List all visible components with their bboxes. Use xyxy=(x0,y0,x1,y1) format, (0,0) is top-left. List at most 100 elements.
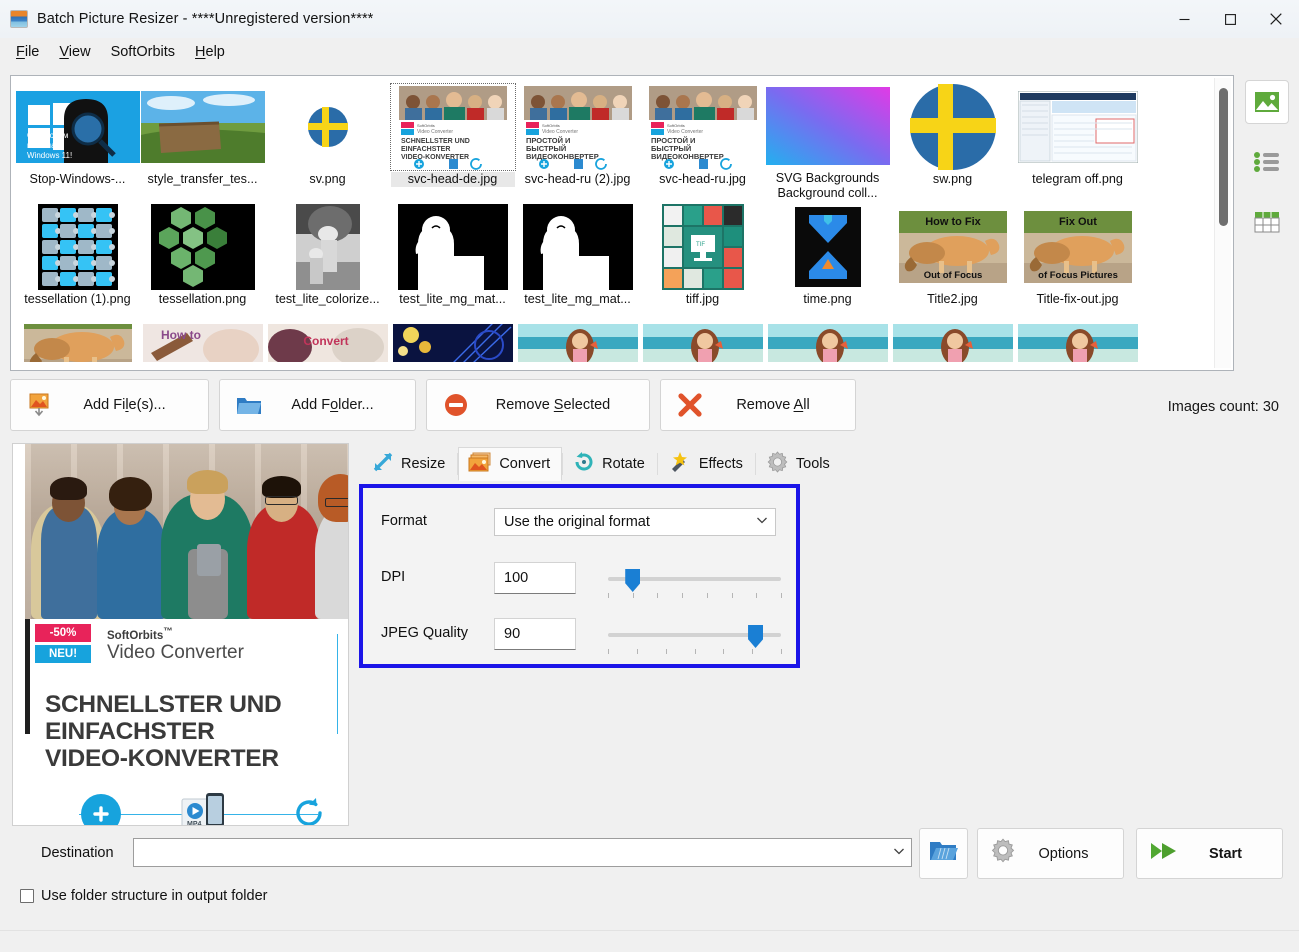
dpi-value: 100 xyxy=(504,570,529,586)
svg-text:VIDEO-KONVERTER: VIDEO-KONVERTER xyxy=(401,154,469,161)
file-thumbnail-item[interactable]: test_lite_colorize... xyxy=(265,200,390,320)
use-folder-structure-row[interactable]: Use folder structure in output folder xyxy=(20,888,267,904)
images-count-label: Images count: 30 xyxy=(1167,399,1279,415)
slider-tick xyxy=(756,593,758,598)
ad-badges: -50% NEU! xyxy=(35,624,91,666)
thumbnail-image: SoftOrbits Video Converter ПРОСТОЙ И БЫСТРЫ… xyxy=(516,84,640,170)
gear-icon xyxy=(766,450,789,478)
file-thumbnail-item[interactable]: SoftOrbits Video Converter ПРОСТОЙ И БЫСТРЫ… xyxy=(640,80,765,200)
menu-file[interactable]: File xyxy=(6,41,49,63)
ad-brand: SoftOrbits™ xyxy=(107,626,173,642)
thumbnail-image: How to Fix Out of Focus xyxy=(891,204,1015,290)
new-badge: NEU! xyxy=(35,645,91,663)
file-thumbnail-item[interactable]: SVG Backgrounds Background coll... xyxy=(765,80,890,200)
tab-effects[interactable]: Effects xyxy=(658,447,755,481)
file-thumbnail-item[interactable] xyxy=(890,320,1015,362)
use-folder-structure-checkbox[interactable] xyxy=(20,889,34,903)
svg-text:of Focus Pictures: of Focus Pictures xyxy=(1038,270,1118,281)
tab-tools[interactable]: Tools xyxy=(756,447,842,481)
person-1-hair xyxy=(50,477,87,500)
dpi-slider-thumb[interactable] xyxy=(625,569,641,592)
list-view-icon[interactable] xyxy=(1245,140,1289,184)
file-thumbnail-item[interactable]: Остановим шпионаж Windows 11! Stop-Windows-… xyxy=(15,80,140,200)
format-dropdown[interactable]: Use the original format xyxy=(494,508,776,536)
browse-destination-button[interactable] xyxy=(919,828,968,879)
remove-all-button[interactable]: Remove All xyxy=(660,379,856,431)
format-value: Use the original format xyxy=(504,514,650,530)
file-thumbnail-item[interactable]: Convert xyxy=(265,320,390,362)
file-thumbnail-item[interactable] xyxy=(515,320,640,362)
maximize-icon[interactable] xyxy=(1207,0,1253,38)
file-thumbnail-item[interactable]: How to xyxy=(140,320,265,362)
options-button[interactable]: Options xyxy=(977,828,1124,879)
add-files-button[interactable]: Add File(s)... xyxy=(10,379,209,431)
start-button[interactable]: Start xyxy=(1136,828,1283,879)
tab-rotate-label: Rotate xyxy=(602,456,645,472)
tab-rotate[interactable]: Rotate xyxy=(563,447,657,481)
file-thumbnail-item[interactable]: SoftOrbits Video Converter SCHNELLSTER UND… xyxy=(389,80,516,200)
slider-tick xyxy=(706,593,708,598)
destination-combo[interactable] xyxy=(133,838,912,867)
file-thumbnail-label: svc-head-ru (2).jpg xyxy=(524,172,631,186)
thumbnail-image xyxy=(391,324,515,362)
details-view-icon[interactable] xyxy=(1245,200,1289,244)
svg-text:TIF: TIF xyxy=(696,242,705,248)
thumbnail-image: SoftOrbits Video Converter ПРОСТОЙ И БЫСТРЫ… xyxy=(641,84,765,170)
file-thumbnail-item[interactable]: telegram off.png xyxy=(1015,80,1140,200)
file-thumbnail-label: test_lite_colorize... xyxy=(275,292,380,306)
tab-resize[interactable]: Resize xyxy=(362,447,457,481)
file-thumbnail-item[interactable]: style_transfer_tes... xyxy=(140,80,265,200)
scrollbar-thumb[interactable] xyxy=(1219,88,1228,226)
file-thumbnail-item[interactable]: How to Fix Out of Focus Title2.jpg xyxy=(890,200,1015,320)
thumbnail-image: TIF xyxy=(641,204,765,290)
thumbnail-image xyxy=(140,84,265,170)
jpeg-quality-value: 90 xyxy=(504,626,521,642)
file-list-panel[interactable]: Остановим шпионаж Windows 11! Stop-Windows-… xyxy=(10,75,1234,371)
svg-text:Convert: Convert xyxy=(303,334,348,348)
file-thumbnail-item[interactable]: test_lite_mg_mat... xyxy=(390,200,515,320)
menu-view[interactable]: View xyxy=(49,41,100,63)
file-thumbnail-item[interactable] xyxy=(390,320,515,362)
file-thumbnail-item[interactable]: TIF tiff.jpg xyxy=(640,200,765,320)
jpeg-quality-slider-ticks xyxy=(608,649,782,655)
dpi-slider-ticks xyxy=(608,593,782,599)
tab-convert[interactable]: Convert xyxy=(458,447,563,481)
file-thumbnail-item[interactable]: sv.png xyxy=(265,80,390,200)
file-list-scrollbar[interactable] xyxy=(1214,78,1231,368)
svg-text:Video Converter: Video Converter xyxy=(542,129,578,135)
file-thumbnail-item[interactable]: test_lite_mg_mat... xyxy=(515,200,640,320)
file-thumbnail-item[interactable] xyxy=(640,320,765,362)
slider-tick xyxy=(608,593,609,598)
file-thumbnail-item[interactable]: time.png xyxy=(765,200,890,320)
jpeg-quality-slider[interactable] xyxy=(608,624,782,658)
dpi-slider[interactable] xyxy=(608,568,782,602)
thumbnail-grid[interactable]: Остановим шпионаж Windows 11! Stop-Windows-… xyxy=(11,76,1211,370)
file-thumbnail-item[interactable] xyxy=(1015,320,1140,362)
file-thumbnail-item[interactable] xyxy=(765,320,890,362)
close-icon[interactable] xyxy=(1253,0,1299,38)
add-folder-button[interactable]: Add Folder... xyxy=(219,379,416,431)
file-thumbnail-item[interactable]: SoftOrbits Video Converter ПРОСТОЙ И БЫСТРЫ… xyxy=(515,80,640,200)
svg-text:Video Converter: Video Converter xyxy=(417,129,453,135)
file-thumbnail-item[interactable]: Fix Outof Focus Pictures xyxy=(15,320,140,362)
minimize-icon[interactable] xyxy=(1161,0,1207,38)
file-thumbnail-item[interactable]: tessellation (1).png xyxy=(15,200,140,320)
discount-badge: -50% xyxy=(35,624,91,642)
dpi-input[interactable]: 100 xyxy=(494,562,576,594)
remove-selected-button[interactable]: Remove Selected xyxy=(426,379,650,431)
jpeg-quality-input[interactable]: 90 xyxy=(494,618,576,650)
thumbnail-image xyxy=(766,204,890,290)
slider-tick xyxy=(752,649,754,654)
menu-softorbits[interactable]: SoftOrbits xyxy=(101,41,185,63)
menu-help[interactable]: Help xyxy=(185,41,235,63)
file-thumbnail-item[interactable]: tessellation.png xyxy=(140,200,265,320)
jpeg-quality-slider-thumb[interactable] xyxy=(748,625,764,648)
person-2-hair xyxy=(109,477,152,511)
slider-tick xyxy=(665,649,667,654)
options-label: Options xyxy=(1038,845,1089,862)
svg-text:EINFACHSTER: EINFACHSTER xyxy=(401,146,450,153)
file-thumbnail-item[interactable]: Fix Out of Focus Pictures Title-fix-out.jp… xyxy=(1015,200,1140,320)
thumbnail-image xyxy=(641,324,765,362)
thumbnails-view-icon[interactable] xyxy=(1245,80,1289,124)
file-thumbnail-item[interactable]: sw.png xyxy=(890,80,1015,200)
